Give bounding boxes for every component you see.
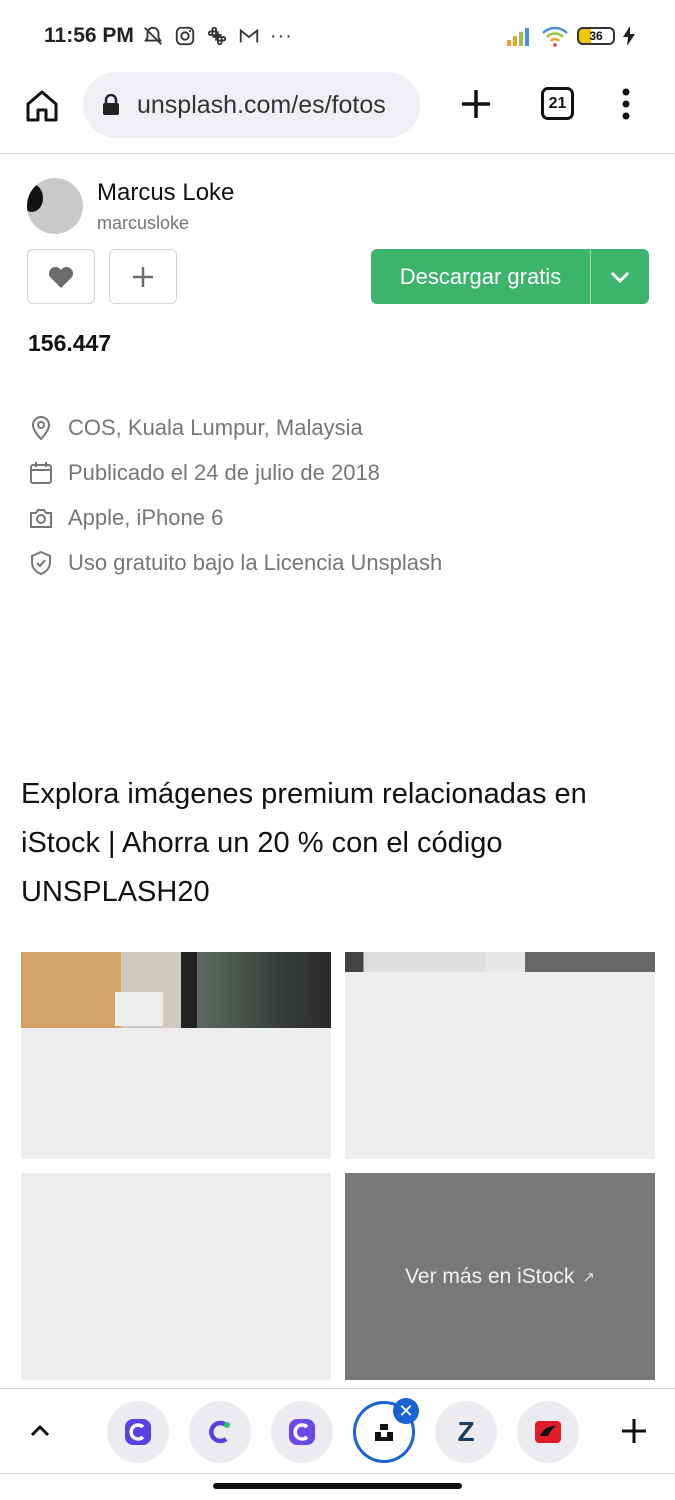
status-bar: 11:56 PM ··· 36 <box>0 0 675 72</box>
tab-c-app-3[interactable] <box>271 1401 333 1463</box>
home-indicator[interactable] <box>213 1483 462 1489</box>
istock-thumbnail-2[interactable] <box>345 952 655 1159</box>
notification-icons <box>142 25 260 47</box>
unsplash-icon <box>375 1424 393 1441</box>
tab-z-app[interactable]: Z <box>435 1401 497 1463</box>
external-link-icon: ↗ <box>582 1268 595 1286</box>
add-tab-icon[interactable] <box>620 1417 648 1445</box>
thumbnail-image-partial <box>21 952 331 1028</box>
author-username[interactable]: marcusloke <box>97 213 234 234</box>
gmail-icon <box>239 28 259 43</box>
location-row[interactable]: COS, Kuala Lumpur, Malaysia <box>28 405 442 450</box>
tab-red-app[interactable] <box>517 1401 579 1463</box>
camera-text: Apple, iPhone 6 <box>68 504 224 530</box>
close-tab-button[interactable]: ✕ <box>393 1398 419 1424</box>
more-notifications-icon: ··· <box>269 24 293 47</box>
red-app-icon <box>535 1421 561 1443</box>
charging-icon <box>623 26 635 46</box>
wifi-icon <box>542 26 568 47</box>
tab-strip: Z <box>0 1388 675 1474</box>
tab-count-button[interactable]: 21 <box>541 87 574 120</box>
istock-thumbnail-3[interactable] <box>21 1173 331 1380</box>
istock-thumbnail-1[interactable] <box>21 952 331 1159</box>
c-app-icon <box>289 1419 315 1445</box>
plus-icon <box>133 266 153 287</box>
see-more-istock-button[interactable]: Ver más en iStock ↗ <box>345 1173 655 1380</box>
add-to-collection-button[interactable] <box>109 249 177 304</box>
avatar[interactable] <box>27 178 83 234</box>
mute-bell-icon <box>143 26 162 45</box>
slack-icon <box>207 26 227 46</box>
download-options-button[interactable] <box>591 249 649 304</box>
license-row[interactable]: Uso gratuito bajo la Licencia Unsplash <box>28 540 442 585</box>
address-bar[interactable]: unsplash.com/es/fotos <box>83 72 420 138</box>
z-app-icon: Z <box>457 1416 475 1447</box>
published-text: Publicado el 24 de julio de 2018 <box>68 459 380 485</box>
thumbnail-image-partial <box>345 952 655 972</box>
chevron-up-icon[interactable] <box>28 1419 52 1443</box>
views-count: 156.447 <box>28 330 112 356</box>
menu-icon[interactable] <box>614 84 638 124</box>
status-time: 11:56 PM <box>44 24 134 47</box>
photo-info-list: COS, Kuala Lumpur, Malaysia Publicado el… <box>28 405 442 585</box>
author-info: Marcus Loke marcusloke <box>97 179 234 234</box>
heart-icon <box>48 266 74 288</box>
see-more-label: Ver más en iStock <box>405 1264 575 1288</box>
location-pin-icon <box>31 415 51 440</box>
instagram-icon <box>175 26 195 46</box>
battery-icon: 36 <box>577 27 615 45</box>
calendar-icon <box>30 461 52 484</box>
browser-toolbar: unsplash.com/es/fotos 21 <box>0 72 675 154</box>
istock-promo-text: Explora imágenes premium relacionadas en… <box>21 778 587 908</box>
author[interactable]: Marcus Loke marcusloke <box>27 178 234 234</box>
camera-row[interactable]: Apple, iPhone 6 <box>28 495 442 540</box>
download-button[interactable]: Descargar gratis <box>371 249 590 304</box>
license-text: Uso gratuito bajo la Licencia Unsplash <box>68 549 443 575</box>
new-tab-icon[interactable] <box>456 84 496 124</box>
tab-c-app-2[interactable] <box>189 1401 251 1463</box>
like-button[interactable] <box>27 249 95 304</box>
status-right: 36 <box>507 25 635 47</box>
camera-icon <box>30 508 52 528</box>
chevron-down-icon <box>610 271 630 283</box>
location-text: COS, Kuala Lumpur, Malaysia <box>68 414 363 440</box>
url-text: unsplash.com/es/fotos <box>137 90 386 119</box>
download-button-group: Descargar gratis <box>371 249 649 304</box>
shield-check-icon <box>31 550 51 575</box>
author-name[interactable]: Marcus Loke <box>97 179 234 207</box>
signal-icon <box>507 28 529 46</box>
c-app-icon <box>209 1420 230 1444</box>
home-icon[interactable] <box>22 86 62 126</box>
lock-icon <box>103 94 119 115</box>
c-app-icon <box>125 1419 151 1445</box>
published-row: Publicado el 24 de julio de 2018 <box>28 450 442 495</box>
tab-c-app-1[interactable] <box>107 1401 169 1463</box>
